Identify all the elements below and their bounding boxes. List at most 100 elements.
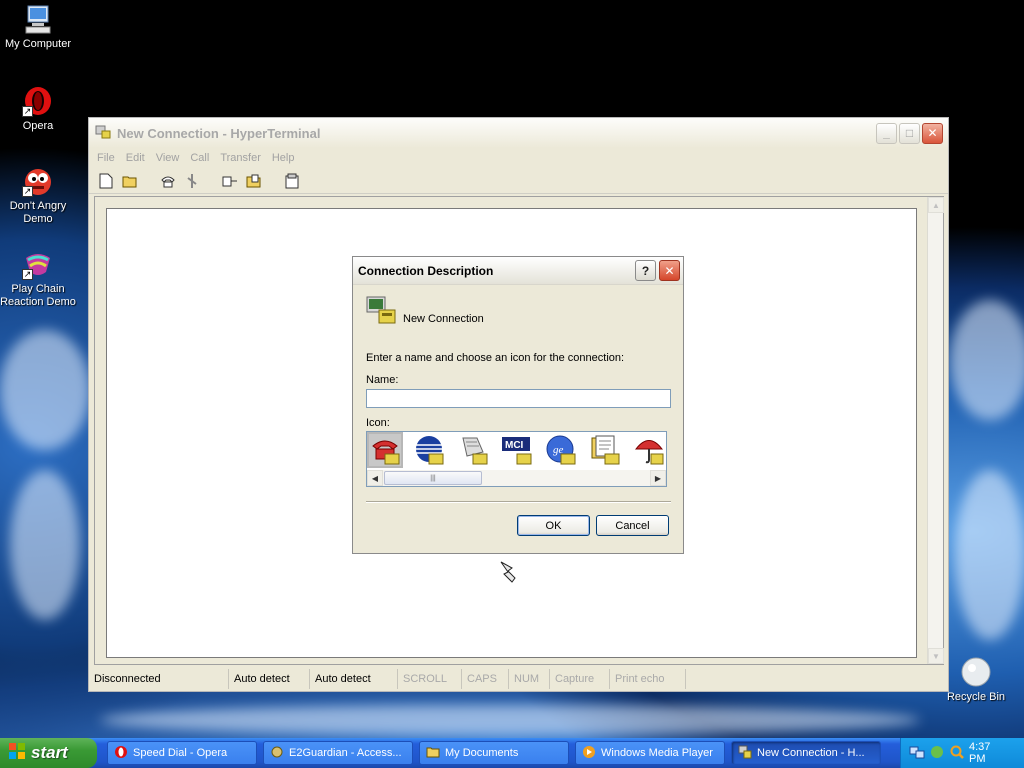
menu-help[interactable]: Help [272,152,295,164]
desktop-icon-label: Opera [22,120,54,132]
hyperterminal-icon [738,745,752,762]
computer-icon [22,3,54,35]
cancel-button[interactable]: Cancel [596,515,669,536]
mci-icon[interactable]: MCI [501,434,533,466]
shortcut-arrow-icon: ↗ [22,106,33,117]
name-input[interactable] [366,389,671,408]
globe-icon[interactable] [413,434,445,466]
dialog-header: New Connection [365,294,484,329]
opera-icon: ↗ [22,85,54,117]
gear-icon [270,745,284,762]
task-label: New Connection - H... [757,747,865,759]
task-new-connection-hyperterminal[interactable]: New Connection - H... [731,741,881,765]
help-button[interactable]: ? [635,260,656,281]
task-windows-media-player[interactable]: Windows Media Player [575,741,725,765]
status-capture: Capture [550,669,610,689]
menu-call[interactable]: Call [190,152,209,164]
new-connection-icon [365,294,397,329]
menu-transfer[interactable]: Transfer [220,152,261,164]
window-title: New Connection - HyperTerminal [117,125,321,141]
umbrella-icon[interactable] [633,434,665,466]
properties-icon[interactable] [283,172,301,190]
recycle-bin-icon [960,656,992,688]
red-creature-icon: ↗ [22,165,54,197]
status-print-echo: Print echo [610,669,686,689]
toolbar [89,168,948,194]
status-caps: CAPS [462,669,509,689]
telephone-icon[interactable] [367,432,403,468]
desktop-icon-my-computer[interactable]: My Computer [0,3,76,51]
status-bar: Disconnected Auto detect Auto detect SCR… [89,667,948,691]
dialog-title: Connection Description [358,263,494,278]
dialog-close-button[interactable]: ✕ [659,260,680,281]
window-titlebar[interactable]: New Connection - HyperTerminal _ □ ✕ [89,118,948,148]
scroll-up-arrow-icon[interactable]: ▲ [928,197,944,213]
system-tray: 4:37 PM [900,738,1024,768]
desktop-icon-label: Recycle Bin [946,691,1006,703]
name-label: Name: [366,374,399,386]
status-scroll: SCROLL [398,669,462,689]
taskbar: start Speed Dial - Opera E2Guardian - Ac… [0,738,1024,768]
new-icon[interactable] [97,172,115,190]
menu-file[interactable]: File [97,152,115,164]
desktop-icon-label: My Computer [4,38,72,50]
scroll-thumb[interactable]: ||| [384,471,482,485]
shortcut-arrow-icon: ↗ [22,269,33,280]
scroll-down-arrow-icon[interactable]: ▼ [928,648,944,664]
opera-icon [114,745,128,762]
desktop-icon-label: Don't Angry Demo [9,200,67,225]
receive-icon[interactable] [245,172,263,190]
instruction-text: Enter a name and choose an icon for the … [366,352,625,364]
desktop-icon-recycle-bin[interactable]: Recycle Bin [940,656,1012,703]
ok-button[interactable]: OK [517,515,590,536]
open-icon[interactable] [121,172,139,190]
task-e2guardian[interactable]: E2Guardian - Access... [263,741,413,765]
media-player-icon [582,745,596,762]
status-connection: Disconnected [89,669,229,689]
tray-app-icon[interactable] [929,744,945,763]
folder-icon [426,745,440,762]
dialog-titlebar[interactable]: Connection Description ? ✕ [353,257,683,285]
ge-icon[interactable]: ge [545,434,577,466]
task-label: Windows Media Player [601,747,713,759]
icon-list[interactable]: MCI ge ◀ ||| ▶ [366,431,667,487]
maximize-button[interactable]: □ [899,122,920,144]
scroll-left-arrow-icon[interactable]: ◀ [367,470,383,486]
status-detect-1: Auto detect [229,669,310,689]
windows-logo-icon [8,742,26,765]
shortcut-arrow-icon: ↗ [22,186,33,197]
vertical-scrollbar[interactable]: ▲ ▼ [927,197,944,664]
search-icon[interactable] [949,744,965,763]
mouse-cursor-icon [498,560,520,587]
task-label: Speed Dial - Opera [133,747,228,759]
clock[interactable]: 4:37 PM [969,741,1008,765]
icon-label: Icon: [366,417,390,429]
hyperterminal-icon [95,124,111,143]
close-button[interactable]: ✕ [922,122,943,144]
fax-icon[interactable] [457,434,489,466]
menu-view[interactable]: View [156,152,180,164]
start-label: start [31,743,68,762]
documents-icon[interactable] [589,434,621,466]
svg-text:MCI: MCI [505,440,524,451]
call-icon[interactable] [159,172,177,190]
desktop-icon-dont-angry-demo[interactable]: ↗ Don't Angry Demo [0,165,76,226]
desktop-icon-opera[interactable]: ↗ Opera [0,85,76,133]
status-detect-2: Auto detect [310,669,398,689]
separator [366,501,671,503]
icon-scrollbar[interactable]: ◀ ||| ▶ [367,470,666,486]
network-icon[interactable] [909,744,925,763]
start-button[interactable]: start [0,738,97,768]
desktop-icon-chain-reaction-demo[interactable]: ↗ Play Chain Reaction Demo [0,248,76,309]
scroll-right-arrow-icon[interactable]: ▶ [650,470,666,486]
disconnect-icon[interactable] [183,172,201,190]
connection-name-label: New Connection [403,312,484,325]
connection-description-dialog: Connection Description ? ✕ New Connectio… [352,256,684,554]
menu-edit[interactable]: Edit [126,152,145,164]
task-my-documents[interactable]: My Documents [419,741,569,765]
chain-reaction-icon: ↗ [22,248,54,280]
task-speed-dial-opera[interactable]: Speed Dial - Opera [107,741,257,765]
minimize-button[interactable]: _ [876,122,897,144]
send-icon[interactable] [221,172,239,190]
task-label: E2Guardian - Access... [289,747,402,759]
